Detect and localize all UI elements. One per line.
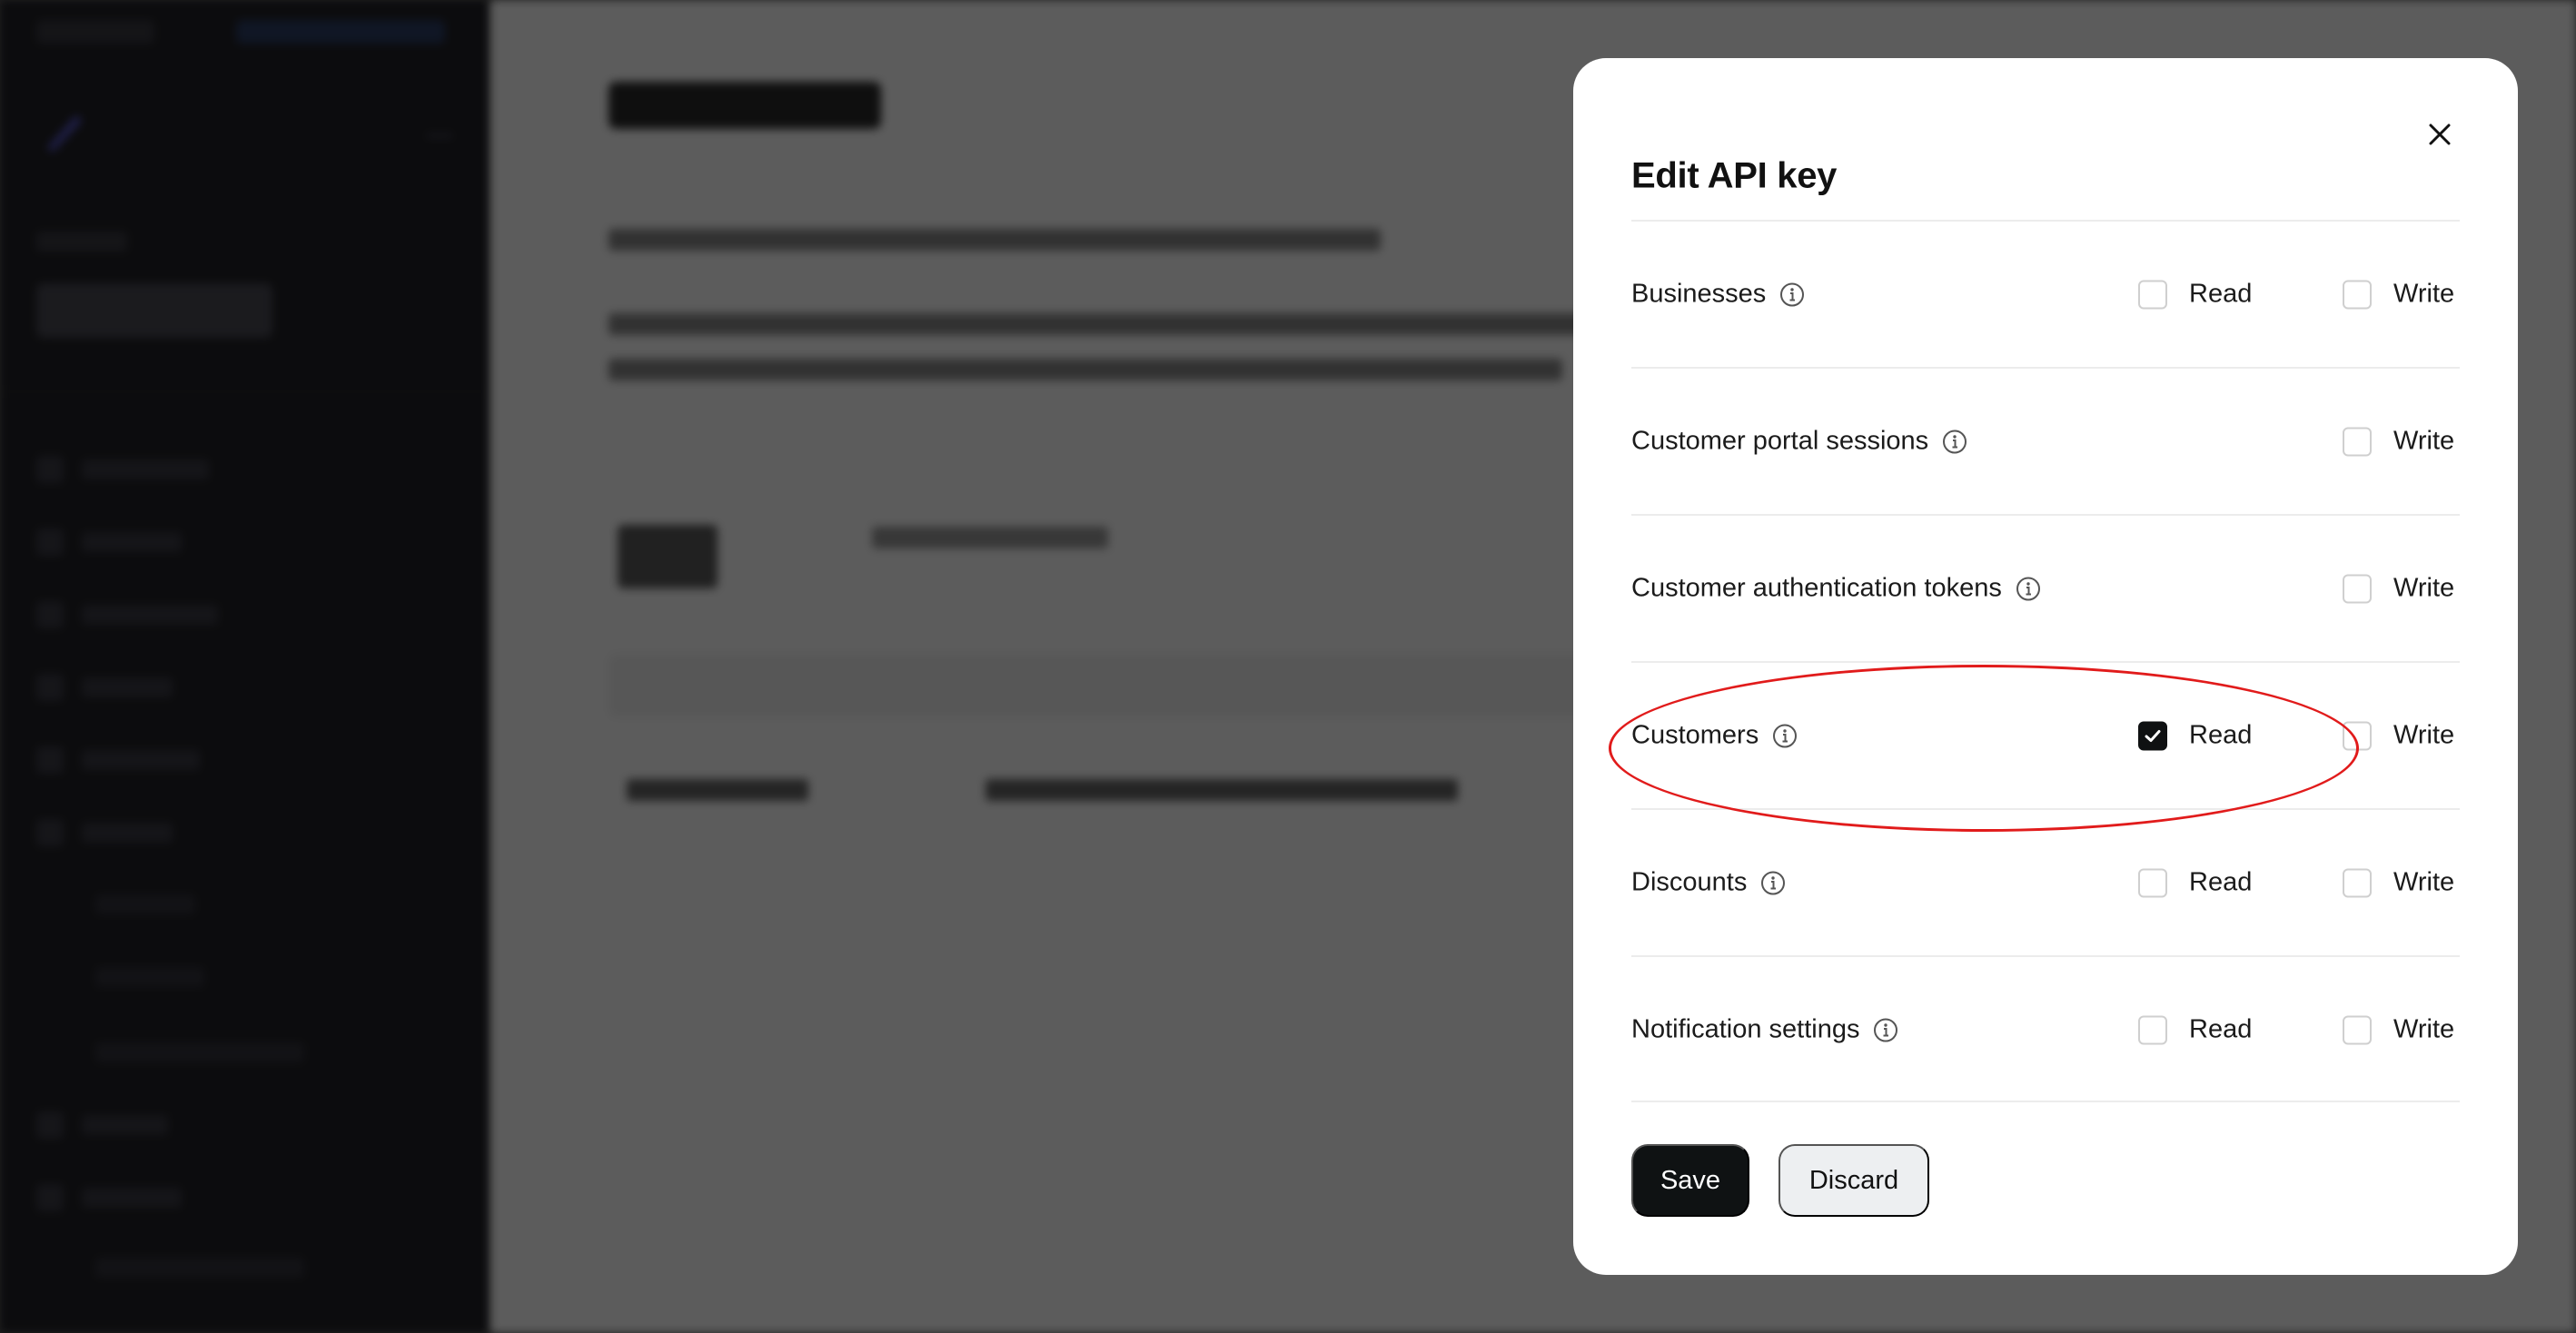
write-checkbox[interactable]: [2343, 868, 2372, 897]
read-checkbox[interactable]: [2138, 721, 2167, 750]
write-checkbox[interactable]: [2343, 1015, 2372, 1044]
write-checkbox[interactable]: [2343, 574, 2372, 603]
read-checkbox[interactable]: [2138, 280, 2167, 309]
permission-row: Businesses Read Write: [1631, 220, 2460, 367]
permission-label: Customer authentication tokens: [1631, 574, 2042, 604]
write-label: Write: [2393, 426, 2455, 456]
permission-name: Customers: [1631, 720, 1759, 750]
read-option[interactable]: Read: [2138, 868, 2252, 898]
write-option[interactable]: Write: [2343, 1015, 2454, 1045]
save-button[interactable]: Save: [1631, 1144, 1749, 1217]
info-icon[interactable]: [1759, 869, 1787, 896]
write-option[interactable]: Write: [2343, 574, 2454, 604]
checkmark-icon: [2143, 726, 2163, 745]
read-label: Read: [2189, 867, 2253, 897]
write-label: Write: [2393, 573, 2455, 603]
write-checkbox[interactable]: [2343, 427, 2372, 456]
info-icon[interactable]: [1872, 1016, 1899, 1043]
permission-label: Customer portal sessions: [1631, 427, 1968, 457]
read-checkbox[interactable]: [2138, 868, 2167, 897]
permission-row: Customer authentication tokens Write: [1631, 514, 2460, 661]
permission-row: Customers Read Write: [1631, 661, 2460, 808]
write-label: Write: [2393, 720, 2455, 750]
read-label: Read: [2189, 279, 2253, 309]
write-label: Write: [2393, 1014, 2455, 1044]
permission-name: Businesses: [1631, 279, 1767, 309]
modal-title: Edit API key: [1631, 155, 1838, 196]
info-icon[interactable]: [1778, 281, 1806, 308]
read-option[interactable]: Read: [2138, 280, 2252, 310]
permission-name: Discounts: [1631, 867, 1748, 897]
permission-row: Notification settings Read Write: [1631, 955, 2460, 1102]
permission-row: Discounts Read Write: [1631, 808, 2460, 955]
permission-label: Notification settings: [1631, 1015, 1899, 1045]
permission-label: Discounts: [1631, 868, 1787, 898]
write-option[interactable]: Write: [2343, 721, 2454, 751]
info-icon[interactable]: [1941, 428, 1968, 455]
write-checkbox[interactable]: [2343, 721, 2372, 750]
info-icon[interactable]: [2015, 575, 2042, 602]
permission-list: Businesses Read Write Customer portal sessi…: [1631, 220, 2460, 1102]
read-label: Read: [2189, 720, 2253, 750]
info-icon[interactable]: [1771, 722, 1798, 749]
close-button[interactable]: [2418, 114, 2462, 158]
write-option[interactable]: Write: [2343, 280, 2454, 310]
permission-row: Customer portal sessions Write: [1631, 367, 2460, 514]
edit-api-key-modal: Edit API key Businesses Read Write Customer…: [1573, 58, 2518, 1275]
modal-actions: Save Discard: [1631, 1144, 1929, 1217]
read-checkbox[interactable]: [2138, 1015, 2167, 1044]
write-label: Write: [2393, 279, 2455, 309]
read-option[interactable]: Read: [2138, 1015, 2252, 1045]
permission-name: Notification settings: [1631, 1014, 1860, 1044]
permission-name: Customer authentication tokens: [1631, 573, 2002, 603]
close-icon: [2427, 122, 2452, 152]
read-option[interactable]: Read: [2138, 721, 2252, 751]
write-option[interactable]: Write: [2343, 868, 2454, 898]
permission-name: Customer portal sessions: [1631, 426, 1929, 456]
permission-label: Businesses: [1631, 280, 1806, 310]
discard-button[interactable]: Discard: [1778, 1144, 1929, 1217]
permission-label: Customers: [1631, 721, 1798, 751]
write-option[interactable]: Write: [2343, 427, 2454, 457]
write-label: Write: [2393, 867, 2455, 897]
read-label: Read: [2189, 1014, 2253, 1044]
write-checkbox[interactable]: [2343, 280, 2372, 309]
